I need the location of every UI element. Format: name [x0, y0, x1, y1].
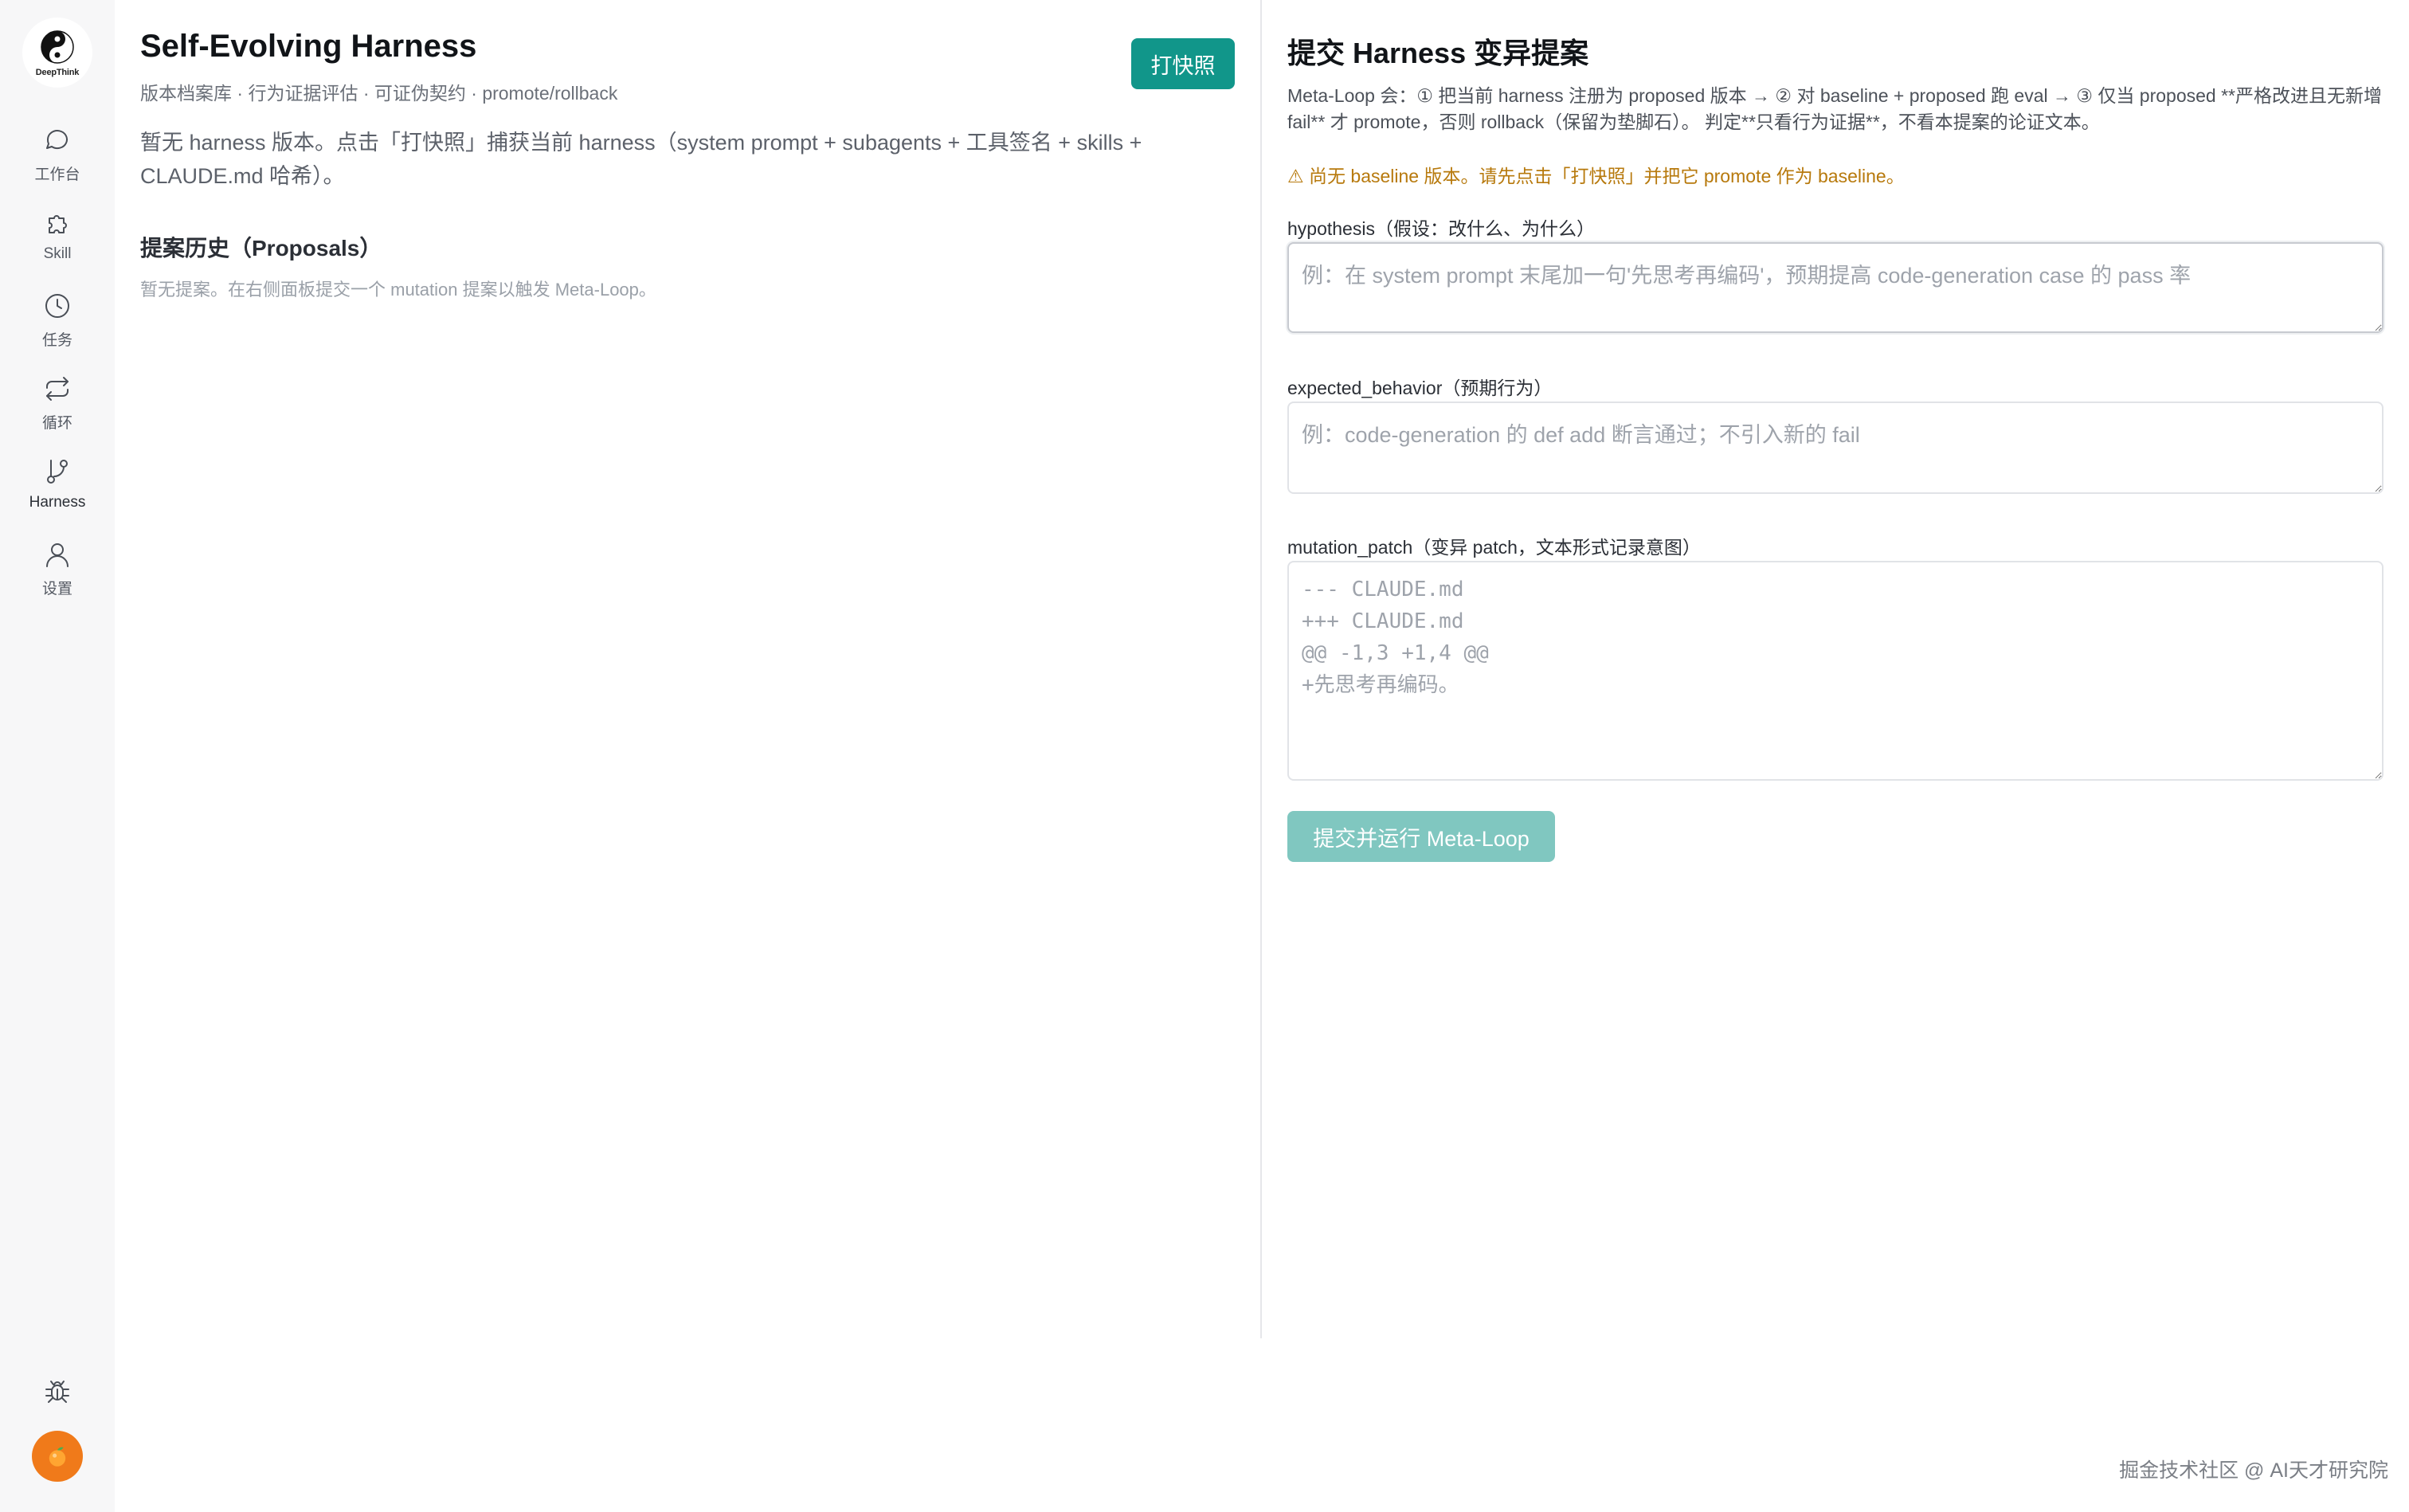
- versions-empty-message: 暂无 harness 版本。点击「打快照」捕获当前 harness（system…: [140, 131, 1142, 188]
- mutation-patch-label: mutation_patch（变异 patch，文本形式记录意图）: [1287, 537, 1701, 558]
- page-title: Self-Evolving Harness: [140, 29, 477, 64]
- sidebar-item-harness[interactable]: Harness: [0, 456, 115, 527]
- orange-fruit-icon: [49, 1447, 66, 1467]
- sidebar-item-tasks[interactable]: 任务: [0, 290, 115, 362]
- app-logo[interactable]: DeepThink: [22, 18, 92, 88]
- proposal-form-title: 提交 Harness 变异提案: [1287, 37, 1589, 69]
- sidebar-item-label: 循环: [41, 415, 72, 432]
- page-subtitle: 版本档案库 · 行为证据评估 · 可证伪契约 · promote/rollbac…: [140, 83, 618, 104]
- sidebar-item-label: Skill: [43, 245, 72, 262]
- sidebar-item-workbench[interactable]: 工作台: [0, 124, 115, 196]
- avatar[interactable]: [32, 1431, 83, 1482]
- repeat-icon: [46, 377, 69, 401]
- mutation-patch-field[interactable]: [1287, 561, 2384, 781]
- sidebar-item-label: 设置: [41, 581, 72, 597]
- git-branch-icon: [47, 460, 68, 484]
- bug-icon: [45, 1381, 69, 1403]
- hypothesis-label: hypothesis（假设：改什么、为什么）: [1287, 218, 1595, 239]
- no-baseline-warning: ⚠ 尚无 baseline 版本。请先点击「打快照」并把它 promote 作为…: [1287, 166, 1905, 186]
- expected-behavior-field[interactable]: [1287, 402, 2384, 494]
- hypothesis-field[interactable]: [1287, 242, 2384, 333]
- proposals-title: 提案历史（Proposals）: [140, 236, 382, 260]
- watermark: 掘金技术社区 @ AI天才研究院: [2119, 1459, 2388, 1482]
- sidebar-item-loop[interactable]: 循环: [0, 373, 115, 445]
- yin-yang-icon: [41, 30, 74, 64]
- meta-loop-description: Meta-Loop 会：① 把当前 harness 注册为 proposed 版…: [1287, 85, 2382, 132]
- sidebar-item-settings[interactable]: 设置: [0, 539, 115, 610]
- sidebar-item-label: 任务: [41, 332, 72, 349]
- proposals-empty-message: 暂无提案。在右侧面板提交一个 mutation 提案以触发 Meta-Loop。: [140, 280, 656, 300]
- puzzle-icon: [49, 215, 67, 233]
- clock-icon: [45, 294, 69, 318]
- sidebar-item-label: Harness: [29, 494, 86, 511]
- submit-run-meta-loop-button[interactable]: 提交并运行 Meta-Loop: [1287, 811, 1555, 862]
- chat-bubble-icon: [46, 130, 68, 150]
- sidebar: DeepThink 工作台 Skill 任务 循环 Harness 设置: [0, 0, 115, 1512]
- expected-behavior-label: expected_behavior（预期行为）: [1287, 378, 1553, 398]
- app-root: DeepThink 工作台 Skill 任务 循环 Harness 设置 Sel…: [0, 0, 2409, 1512]
- sidebar-item-skill[interactable]: Skill: [0, 207, 115, 279]
- sidebar-item-label: 工作台: [34, 166, 80, 183]
- bug-report-button[interactable]: [41, 1375, 73, 1407]
- user-icon: [46, 543, 69, 567]
- snapshot-button[interactable]: 打快照: [1131, 38, 1235, 89]
- harness-versions-panel: Self-Evolving Harness 版本档案库 · 行为证据评估 · 可…: [115, 0, 1262, 1338]
- logo-text: DeepThink: [35, 68, 80, 77]
